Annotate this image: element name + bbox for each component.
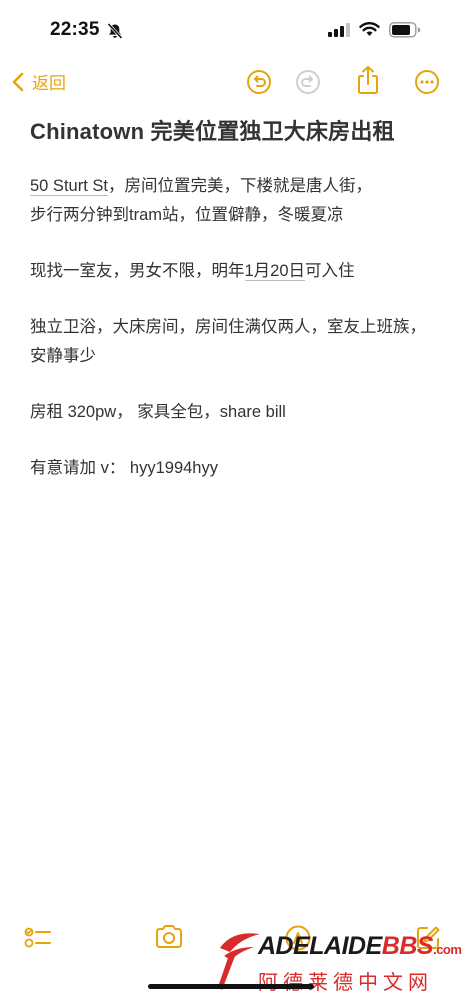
torch-logo-icon xyxy=(218,933,260,990)
camera-icon[interactable] xyxy=(154,924,184,955)
back-label: 返回 xyxy=(32,74,66,93)
chevron-left-icon xyxy=(12,72,24,91)
battery-icon xyxy=(389,22,421,43)
navigation-bar: 返回 xyxy=(0,60,462,104)
note-body[interactable]: Chinatown 完美位置独卫大床房出租 50 Sturt St，房间位置完美… xyxy=(30,110,440,510)
home-indicator xyxy=(148,984,314,989)
watermark-brand-b: BBS xyxy=(381,932,434,960)
more-icon[interactable] xyxy=(413,68,441,96)
address-link[interactable]: 50 Sturt St xyxy=(30,177,108,196)
roommate-text-before: 现找一室友，男女不限，明年 xyxy=(30,262,245,280)
watermark-brand-suffix: .com xyxy=(433,942,462,957)
roommate-text-after: 可入住 xyxy=(305,262,355,280)
note-paragraph-address[interactable]: 50 Sturt St，房间位置完美，下楼就是唐人街， 步行两分钟到tram站，… xyxy=(30,172,440,230)
watermark-chinese: 阿德莱德中文网 xyxy=(258,972,433,994)
back-button[interactable]: 返回 xyxy=(12,69,66,94)
note-title[interactable]: Chinatown 完美位置独卫大床房出租 xyxy=(30,114,440,146)
status-bar: 22:35 xyxy=(0,0,462,56)
wifi-icon xyxy=(359,21,380,42)
date-link[interactable]: 1月20日 xyxy=(244,262,306,281)
note-paragraph-rent[interactable]: 房租 320pw， 家具全包，share bill xyxy=(30,398,440,427)
redo-icon[interactable] xyxy=(294,68,322,96)
address-line-2: 步行两分钟到tram站，位置僻静，冬暖夏凉 xyxy=(30,206,344,224)
share-icon[interactable] xyxy=(354,64,382,94)
address-line-rest: ，房间位置完美，下楼就是唐人街， xyxy=(107,177,372,195)
status-time: 22:35 xyxy=(50,19,100,40)
watermark-brand-a: ADELAIDE xyxy=(258,932,382,960)
undo-icon[interactable] xyxy=(245,68,273,96)
note-paragraph-contact[interactable]: 有意请加 v： hyy1994hyy xyxy=(30,454,440,483)
watermark-brand: ADELAIDEBBS.com xyxy=(258,932,462,961)
bell-slash-icon xyxy=(106,22,124,45)
checklist-icon[interactable] xyxy=(24,924,52,957)
note-paragraph-room[interactable]: 独立卫浴，大床房间，房间住满仅两人，室友上班族，安静事少 xyxy=(30,313,440,371)
note-paragraph-roommate[interactable]: 现找一室友，男女不限，明年1月20日可入住 xyxy=(30,257,440,286)
cellular-signal-icon xyxy=(328,23,350,42)
